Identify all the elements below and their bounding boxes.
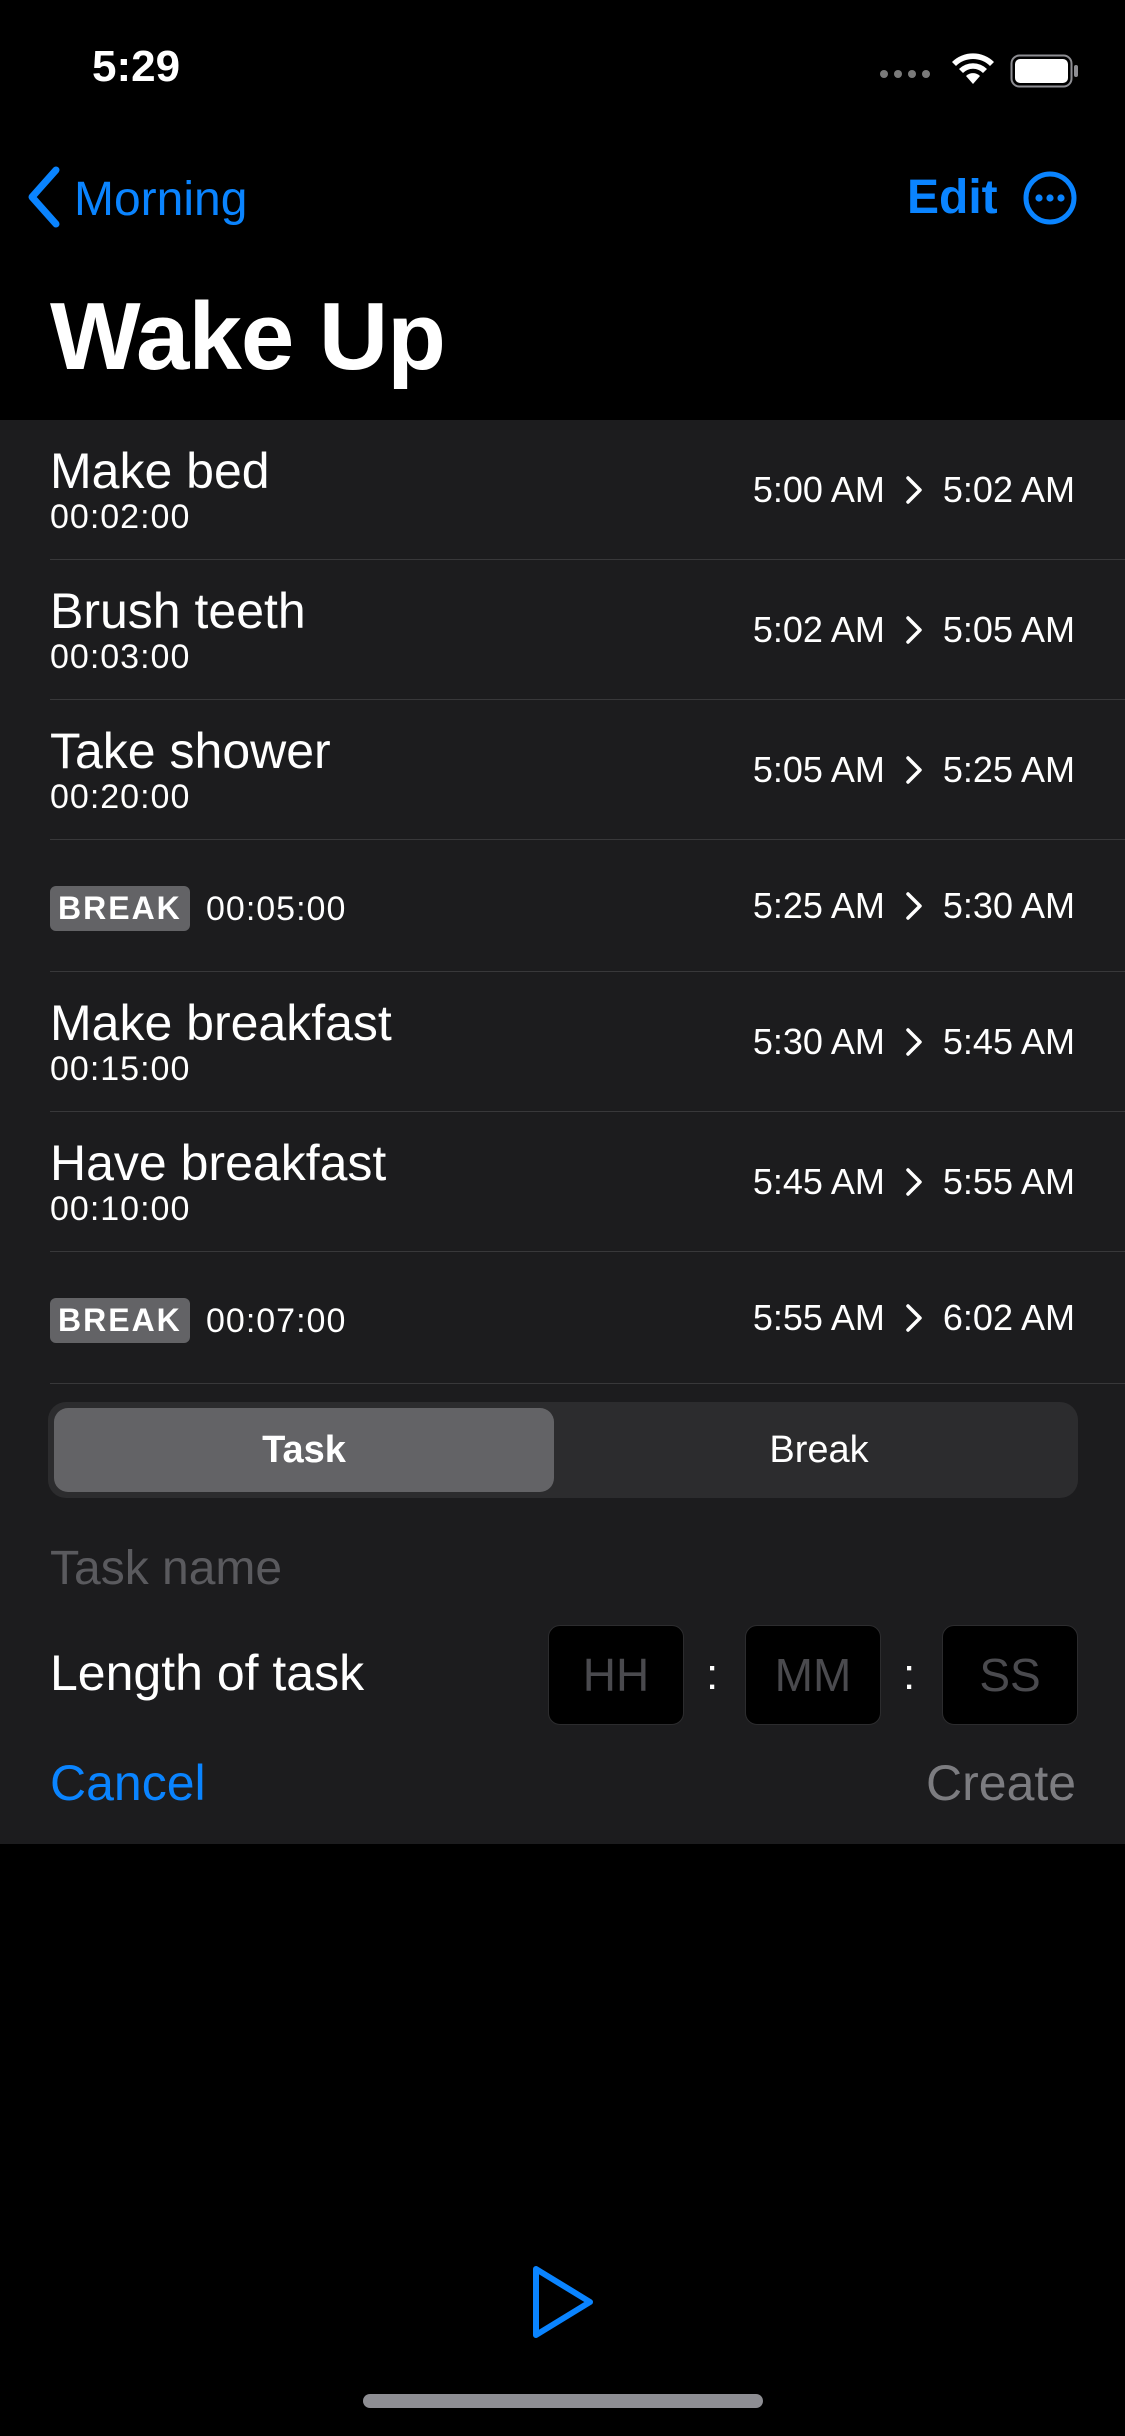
- task-name: Take shower: [50, 723, 331, 779]
- back-button-label: Morning: [74, 172, 248, 226]
- task-name: Brush teeth: [50, 583, 306, 639]
- create-button[interactable]: Create: [926, 1754, 1076, 1812]
- break-times: 5:55 AM 6:02 AM: [753, 1297, 1075, 1339]
- end-time: 5:45 AM: [942, 1020, 1075, 1062]
- chevron-right-icon: [905, 1167, 923, 1197]
- seconds-input[interactable]: [942, 1625, 1078, 1725]
- end-time: 5:30 AM: [942, 884, 1075, 926]
- task-name-input[interactable]: [50, 1536, 1070, 1600]
- break-row[interactable]: BREAK 00:07:00 5:55 AM 6:02 AM: [50, 1252, 1125, 1384]
- task-name: Make bed: [50, 443, 270, 499]
- back-button[interactable]: Morning: [24, 166, 247, 232]
- play-icon[interactable]: [530, 2264, 596, 2345]
- chevron-left-icon: [24, 166, 64, 233]
- task-times: 5:30 AM 5:45 AM: [753, 1021, 1075, 1063]
- task-times: 5:45 AM 5:55 AM: [753, 1161, 1075, 1203]
- chevron-right-icon: [905, 475, 923, 505]
- chevron-right-icon: [905, 891, 923, 921]
- break-badge: BREAK: [50, 886, 190, 931]
- task-times: 5:02 AM 5:05 AM: [753, 609, 1075, 651]
- time-separator: :: [903, 1650, 916, 1699]
- task-duration: 00:02:00: [50, 498, 191, 536]
- task-times: 5:05 AM 5:25 AM: [753, 749, 1075, 791]
- end-time: 6:02 AM: [942, 1296, 1075, 1338]
- segment-task[interactable]: Task: [54, 1408, 554, 1492]
- start-time: 5:45 AM: [752, 1160, 885, 1202]
- chevron-right-icon: [905, 1303, 923, 1333]
- hours-input[interactable]: [548, 1625, 684, 1725]
- edit-button[interactable]: Edit: [907, 170, 998, 225]
- segment-break[interactable]: Break: [566, 1408, 1072, 1492]
- task-duration: 00:03:00: [50, 638, 191, 676]
- start-time: 5:55 AM: [752, 1296, 885, 1338]
- break-row[interactable]: BREAK 00:05:00 5:25 AM 5:30 AM: [50, 840, 1125, 972]
- task-duration: 00:15:00: [50, 1050, 191, 1088]
- battery-icon: [1010, 54, 1080, 93]
- end-time: 5:25 AM: [942, 748, 1075, 790]
- task-name: Have breakfast: [50, 1135, 387, 1191]
- task-list: Make bed 00:02:00 5:00 AM 5:02 AM Brush …: [0, 420, 1125, 1384]
- task-row[interactable]: Make bed 00:02:00 5:00 AM 5:02 AM: [50, 420, 1125, 560]
- ellipsis-circle-icon[interactable]: [1022, 170, 1078, 231]
- task-times: 5:00 AM 5:02 AM: [753, 469, 1075, 511]
- chevron-right-icon: [905, 615, 923, 645]
- end-time: 5:55 AM: [942, 1160, 1075, 1202]
- start-time: 5:00 AM: [752, 468, 885, 510]
- cellular-signal-icon: [880, 70, 930, 78]
- task-row[interactable]: Make breakfast 00:15:00 5:30 AM 5:45 AM: [50, 972, 1125, 1112]
- break-badge: BREAK: [50, 1298, 190, 1343]
- task-row[interactable]: Take shower 00:20:00 5:05 AM 5:25 AM: [50, 700, 1125, 840]
- start-time: 5:05 AM: [752, 748, 885, 790]
- task-duration: 00:10:00: [50, 1190, 191, 1228]
- chevron-right-icon: [905, 755, 923, 785]
- home-indicator[interactable]: [363, 2394, 763, 2408]
- task-duration: 00:20:00: [50, 778, 191, 816]
- task-row[interactable]: Brush teeth 00:03:00 5:02 AM 5:05 AM: [50, 560, 1125, 700]
- end-time: 5:05 AM: [942, 608, 1075, 650]
- task-name: Make breakfast: [50, 995, 392, 1051]
- start-time: 5:30 AM: [752, 1020, 885, 1062]
- page-title: Wake Up: [50, 283, 446, 390]
- task-row[interactable]: Have breakfast 00:10:00 5:45 AM 5:55 AM: [50, 1112, 1125, 1252]
- minutes-input[interactable]: [745, 1625, 881, 1725]
- end-time: 5:02 AM: [942, 468, 1075, 510]
- status-time: 5:29: [92, 42, 181, 91]
- start-time: 5:25 AM: [752, 884, 885, 926]
- break-duration: 00:05:00: [206, 890, 347, 928]
- cancel-button[interactable]: Cancel: [50, 1754, 206, 1812]
- wifi-icon: [950, 52, 996, 91]
- time-separator: :: [706, 1650, 719, 1699]
- break-duration: 00:07:00: [206, 1302, 347, 1340]
- start-time: 5:02 AM: [752, 608, 885, 650]
- chevron-right-icon: [905, 1027, 923, 1057]
- length-label: Length of task: [50, 1645, 365, 1701]
- break-times: 5:25 AM 5:30 AM: [753, 885, 1075, 927]
